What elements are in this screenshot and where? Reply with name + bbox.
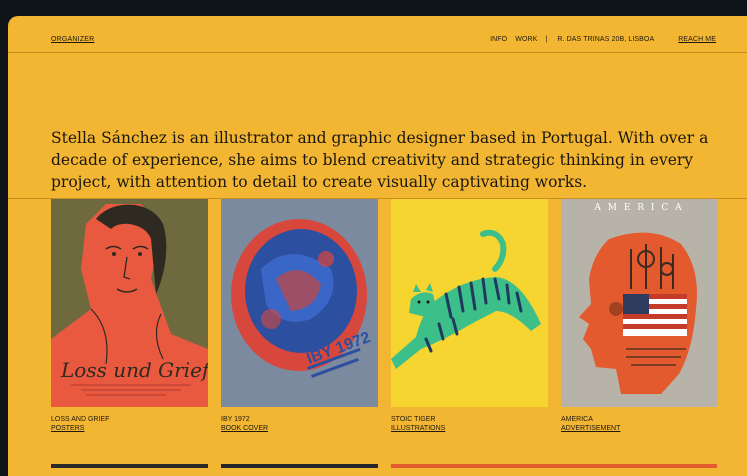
work-caption: AMERICA ADVERTISEMENT xyxy=(561,415,718,433)
work-category-link[interactable]: POSTERS xyxy=(51,424,208,433)
nav-info-link[interactable]: INFO xyxy=(490,36,507,43)
top-navigation: ORGANIZER INFO WORK | R. DAS TRINAS 20B,… xyxy=(8,16,747,53)
address-text: R. DAS TRINAS 20B, LISBOA xyxy=(557,36,655,43)
work-card-loss-and-grief[interactable]: Loss und Grief LOSS AND GRIEF POSTERS xyxy=(51,199,208,433)
poster-iby-1972-image[interactable]: IBY 1972 xyxy=(221,199,378,407)
poster-loss-and-grief-title: Loss und Grief xyxy=(60,358,208,382)
next-row-preview-1 xyxy=(51,464,208,468)
work-card-iby-1972[interactable]: IBY 1972 IBY 1972 BOOK COVER xyxy=(221,199,378,433)
illustration-stoic-tiger-image[interactable] xyxy=(391,199,548,407)
works-grid: Loss und Grief LOSS AND GRIEF POSTERS IB… xyxy=(51,199,718,433)
work-category-link[interactable]: ILLUSTRATIONS xyxy=(391,424,548,433)
work-category-link[interactable]: ADVERTISEMENT xyxy=(561,424,718,433)
poster-loss-and-grief-image[interactable]: Loss und Grief xyxy=(51,199,208,407)
nav-links: INFO WORK | R. DAS TRINAS 20B, LISBOA RE… xyxy=(490,36,716,43)
work-title: LOSS AND GRIEF xyxy=(51,416,110,423)
work-card-america[interactable]: A M E R I C A AMERICA ADVERTISEMENT xyxy=(561,199,718,433)
work-category-link[interactable]: BOOK COVER xyxy=(221,424,378,433)
nav-separator: | xyxy=(545,36,548,43)
work-card-stoic-tiger[interactable]: STOIC TIGER ILLUSTRATIONS xyxy=(391,199,548,433)
work-title: IBY 1972 xyxy=(221,416,250,423)
work-caption: LOSS AND GRIEF POSTERS xyxy=(51,415,208,433)
advertisement-america-title: A M E R I C A xyxy=(593,203,683,213)
brand-link[interactable]: ORGANIZER xyxy=(51,36,94,43)
next-row-preview-2 xyxy=(221,464,378,468)
advertisement-america-image[interactable]: A M E R I C A xyxy=(561,199,718,407)
next-row-preview-3 xyxy=(391,464,717,468)
work-title: STOIC TIGER xyxy=(391,416,436,423)
portfolio-page: ORGANIZER INFO WORK | R. DAS TRINAS 20B,… xyxy=(8,16,747,476)
work-caption: STOIC TIGER ILLUSTRATIONS xyxy=(391,415,548,433)
intro-paragraph: Stella Sánchez is an illustrator and gra… xyxy=(51,128,709,191)
reach-me-link[interactable]: REACH ME xyxy=(678,36,716,43)
work-title: AMERICA xyxy=(561,416,593,423)
work-caption: IBY 1972 BOOK COVER xyxy=(221,415,378,433)
nav-work-link[interactable]: WORK xyxy=(515,36,537,43)
